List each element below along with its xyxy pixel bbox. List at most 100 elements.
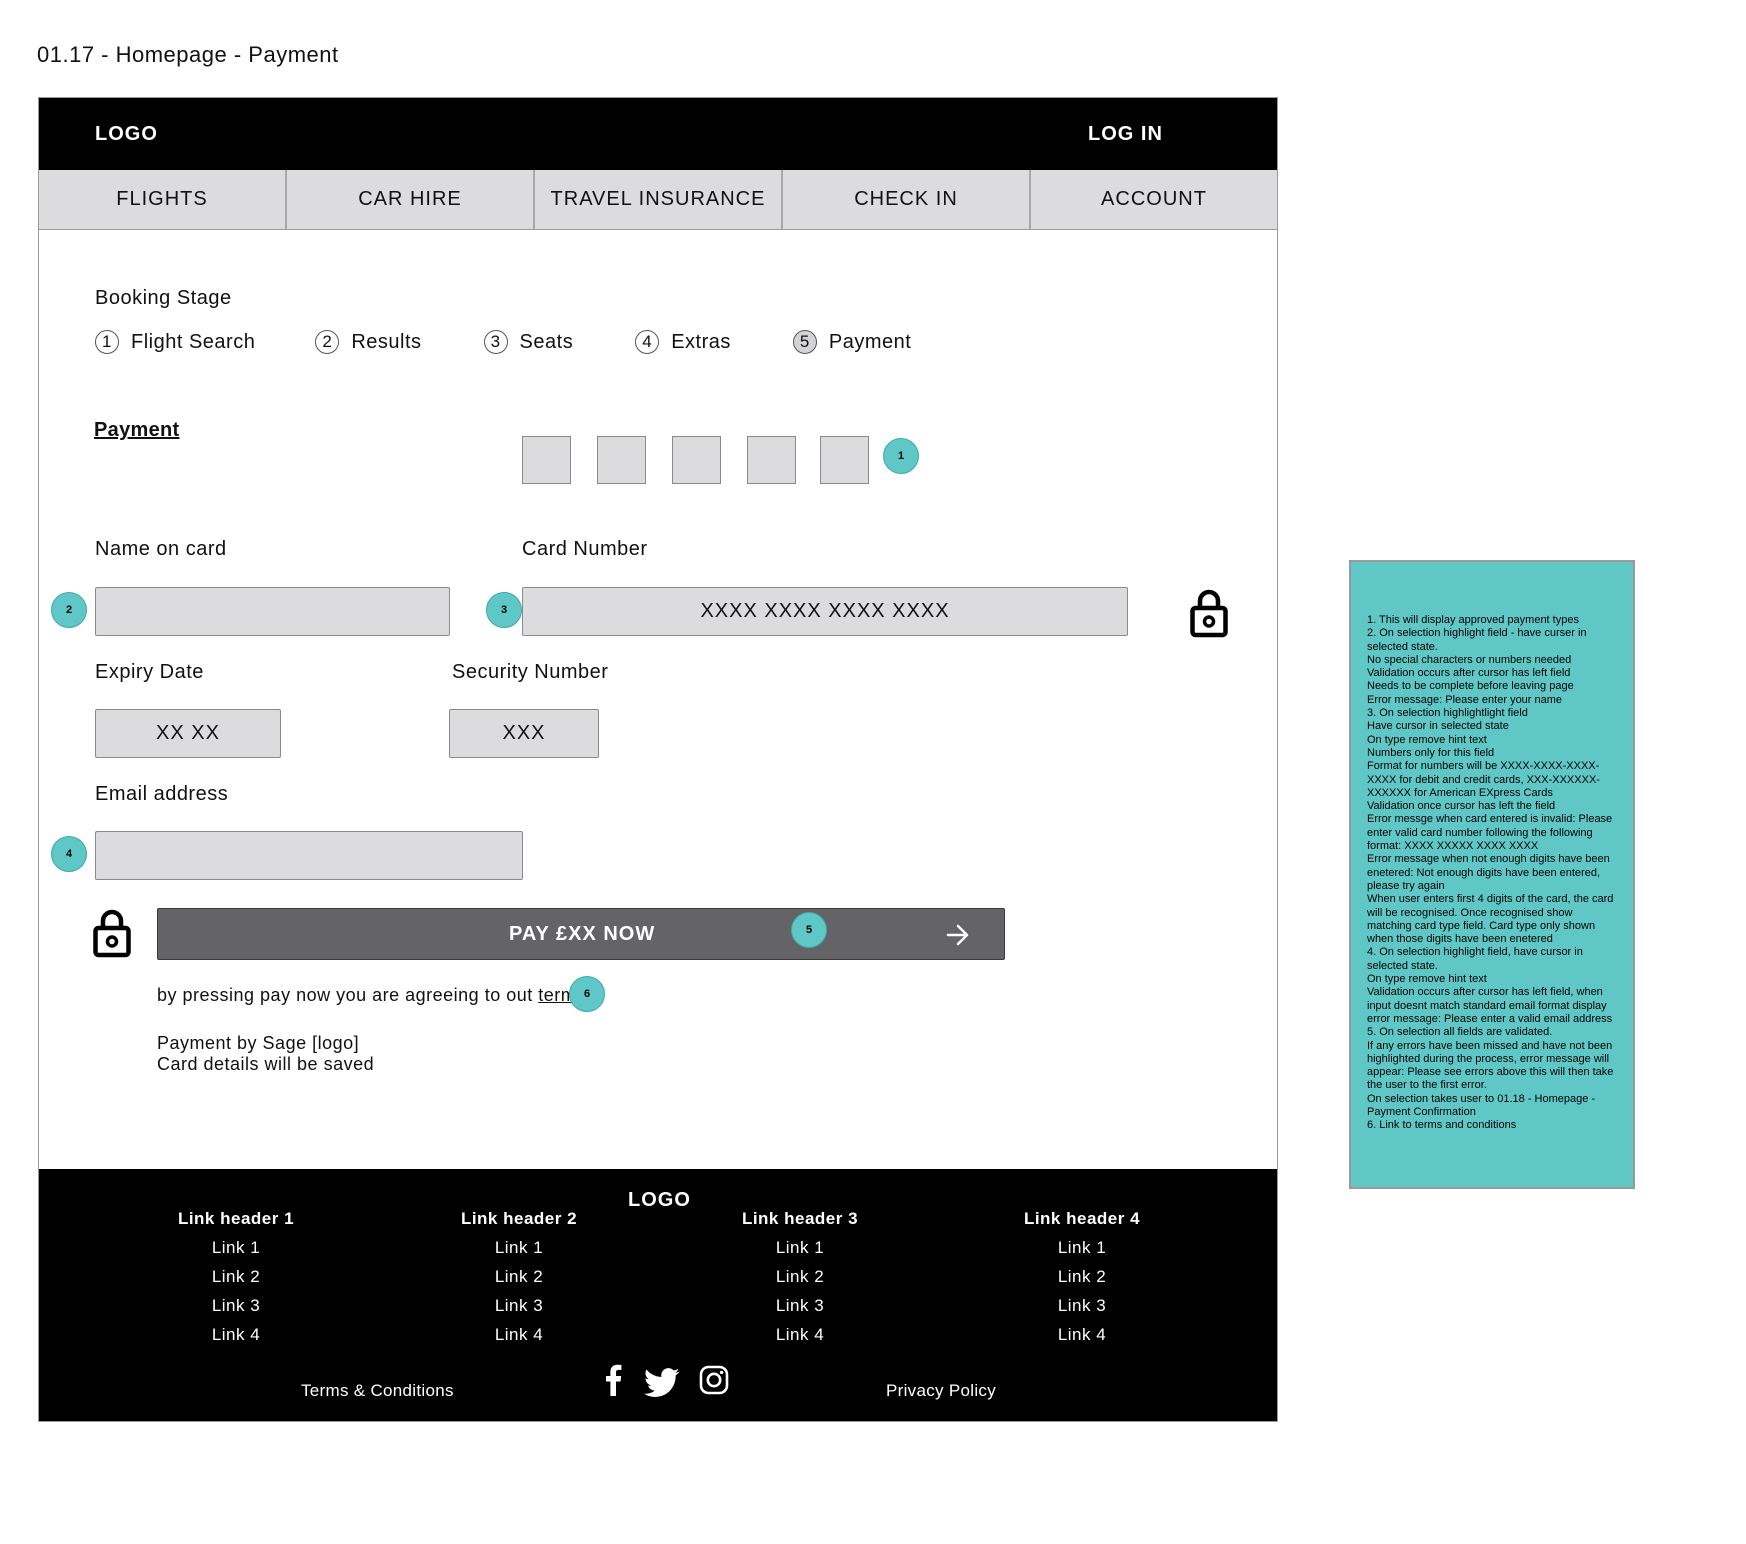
note-line: Error messge when card entered is invali… bbox=[1367, 813, 1616, 853]
payment-heading: Payment bbox=[94, 419, 180, 441]
note-line: Validation occurs after cursor has left … bbox=[1367, 667, 1571, 680]
stage-number: 1 bbox=[95, 330, 119, 354]
instagram-icon[interactable] bbox=[699, 1365, 729, 1395]
annotation-marker-1: 1 bbox=[883, 438, 919, 474]
sage-line: Payment by Sage [logo] bbox=[157, 1033, 360, 1053]
email-address-input[interactable] bbox=[95, 831, 523, 880]
footer-link-header: Link header 3 bbox=[741, 1209, 859, 1228]
tab-account[interactable]: ACCOUNT bbox=[1031, 170, 1277, 229]
footer: LOGO Link header 1 Link 1 Link 2 Link 3 … bbox=[39, 1169, 1277, 1421]
footer-link[interactable]: Link 2 bbox=[725, 1267, 875, 1296]
footer-link[interactable]: Link 1 bbox=[444, 1238, 594, 1267]
annotation-notes-panel: 1. This will display approved payment ty… bbox=[1349, 560, 1635, 1189]
stage-label: Extras bbox=[671, 330, 731, 353]
stage-number: 5 bbox=[792, 330, 817, 354]
expiry-date-input[interactable]: XX XX bbox=[95, 709, 281, 758]
stage-number: 3 bbox=[483, 330, 508, 354]
email-address-label: Email address bbox=[95, 783, 229, 805]
booking-stage-heading: Booking Stage bbox=[95, 287, 232, 309]
note-line: Needs to be complete before leaving page bbox=[1367, 680, 1574, 693]
note-line: When user enters first 4 digits of the c… bbox=[1367, 893, 1617, 946]
annotation-marker-4: 4 bbox=[51, 836, 87, 872]
footer-column-4: Link header 4 Link 1 Link 2 Link 3 Link … bbox=[1007, 1209, 1157, 1354]
terms-agreement: by pressing pay now you are agreeing to … bbox=[157, 985, 586, 1006]
footer-column-3: Link header 3 Link 1 Link 2 Link 3 Link … bbox=[725, 1209, 875, 1354]
footer-link[interactable]: Link 2 bbox=[1007, 1267, 1157, 1296]
note-line: 2. On selection highlight field - have c… bbox=[1367, 627, 1590, 653]
footer-link[interactable]: Link 3 bbox=[444, 1296, 594, 1325]
card-number-input[interactable]: XXXX XXXX XXXX XXXX bbox=[522, 587, 1128, 636]
footer-link[interactable]: Link 4 bbox=[1007, 1325, 1157, 1354]
stage-label: Flight Search bbox=[131, 330, 256, 353]
note-line: No special characters or numbers needed bbox=[1367, 653, 1572, 666]
stage-label: Seats bbox=[519, 330, 574, 353]
name-on-card-label: Name on card bbox=[95, 538, 227, 560]
top-bar: LOGO LOG IN bbox=[39, 98, 1277, 170]
footer-link[interactable]: Link 4 bbox=[161, 1325, 311, 1354]
footer-link[interactable]: Link 2 bbox=[444, 1267, 594, 1296]
card-type-placeholder bbox=[672, 436, 721, 484]
footer-column-2: Link header 2 Link 1 Link 2 Link 3 Link … bbox=[444, 1209, 594, 1354]
twitter-icon[interactable] bbox=[644, 1368, 680, 1398]
note-line: Format for numbers will be XXXX-XXXX-XXX… bbox=[1367, 760, 1600, 799]
footer-link-header: Link header 2 bbox=[460, 1209, 578, 1228]
tab-check-in[interactable]: CHECK IN bbox=[783, 170, 1031, 229]
tab-travel-insurance[interactable]: TRAVEL INSURANCE bbox=[535, 170, 783, 229]
footer-link[interactable]: Link 3 bbox=[161, 1296, 311, 1325]
tab-flights[interactable]: FLIGHTS bbox=[39, 170, 287, 229]
note-line: Error message when not enough digits hav… bbox=[1367, 853, 1613, 892]
footer-link[interactable]: Link 1 bbox=[161, 1238, 311, 1267]
footer-privacy-link[interactable]: Privacy Policy bbox=[886, 1381, 996, 1401]
note-line: 6. Link to terms and conditions bbox=[1367, 1119, 1517, 1132]
note-line: Numbers only for this field bbox=[1367, 746, 1495, 759]
footer-terms-link[interactable]: Terms & Conditions bbox=[301, 1381, 454, 1401]
card-number-label: Card Number bbox=[522, 538, 648, 560]
footer-link-header: Link header 1 bbox=[177, 1209, 295, 1228]
login-link[interactable]: LOG IN bbox=[1088, 123, 1163, 146]
footer-link[interactable]: Link 4 bbox=[444, 1325, 594, 1354]
note-line: 1. This will display approved payment ty… bbox=[1367, 614, 1579, 626]
annotation-marker-3: 3 bbox=[486, 592, 522, 628]
footer-link[interactable]: Link 3 bbox=[1007, 1296, 1157, 1325]
note-line: If any errors have been missed and have … bbox=[1367, 1039, 1617, 1092]
note-line: On type remove hint text bbox=[1367, 973, 1487, 986]
footer-link[interactable]: Link 3 bbox=[725, 1296, 875, 1325]
name-on-card-input[interactable] bbox=[95, 587, 450, 636]
facebook-icon[interactable] bbox=[604, 1364, 622, 1396]
main-nav: FLIGHTS CAR HIRE TRAVEL INSURANCE CHECK … bbox=[39, 170, 1277, 230]
card-type-placeholder bbox=[747, 436, 796, 484]
stage-payment: 5 Payment bbox=[792, 330, 911, 354]
card-type-placeholder bbox=[522, 436, 571, 484]
annotation-marker-6: 6 bbox=[569, 976, 605, 1012]
footer-link[interactable]: Link 4 bbox=[725, 1325, 875, 1354]
stage-number: 2 bbox=[315, 330, 340, 354]
stage-flight-search: 1 Flight Search bbox=[95, 330, 255, 354]
stage-seats: 3 Seats bbox=[483, 330, 574, 354]
footer-link[interactable]: Link 2 bbox=[161, 1267, 311, 1296]
expiry-date-label: Expiry Date bbox=[95, 661, 204, 683]
payment-provider-info: Payment by Sage [logo] Card details will… bbox=[157, 1033, 374, 1075]
annotation-marker-5: 5 bbox=[791, 912, 827, 948]
note-line: 5. On selection all fields are validated… bbox=[1367, 1026, 1553, 1039]
note-line: Validation once cursor has left the fiel… bbox=[1367, 800, 1556, 813]
note-line: Validation occurs after cursor has left … bbox=[1367, 986, 1613, 1025]
footer-link[interactable]: Link 1 bbox=[725, 1238, 875, 1267]
wireframe-frame: LOGO LOG IN FLIGHTS CAR HIRE TRAVEL INSU… bbox=[38, 97, 1278, 1422]
footer-column-1: Link header 1 Link 1 Link 2 Link 3 Link … bbox=[161, 1209, 311, 1354]
stage-results: 2 Results bbox=[315, 330, 421, 354]
pay-now-label: PAY £XX NOW bbox=[509, 923, 656, 945]
tab-car-hire[interactable]: CAR HIRE bbox=[287, 170, 535, 229]
pay-now-button[interactable]: PAY £XX NOW bbox=[157, 908, 1005, 960]
note-line: On type remove hint text bbox=[1367, 733, 1487, 746]
footer-link-header: Link header 4 bbox=[1023, 1209, 1141, 1228]
security-number-input[interactable]: XXX bbox=[449, 709, 599, 758]
note-line: 4. On selection highlight field, have cu… bbox=[1367, 946, 1586, 972]
stage-label: Results bbox=[351, 330, 422, 353]
lock-icon bbox=[93, 909, 131, 958]
arrow-right-icon bbox=[946, 924, 969, 946]
header-logo[interactable]: LOGO bbox=[95, 123, 158, 146]
footer-link[interactable]: Link 1 bbox=[1007, 1238, 1157, 1267]
security-number-label: Security Number bbox=[452, 661, 609, 683]
annotation-marker-2: 2 bbox=[51, 592, 87, 628]
stage-extras: 4 Extras bbox=[635, 330, 731, 354]
